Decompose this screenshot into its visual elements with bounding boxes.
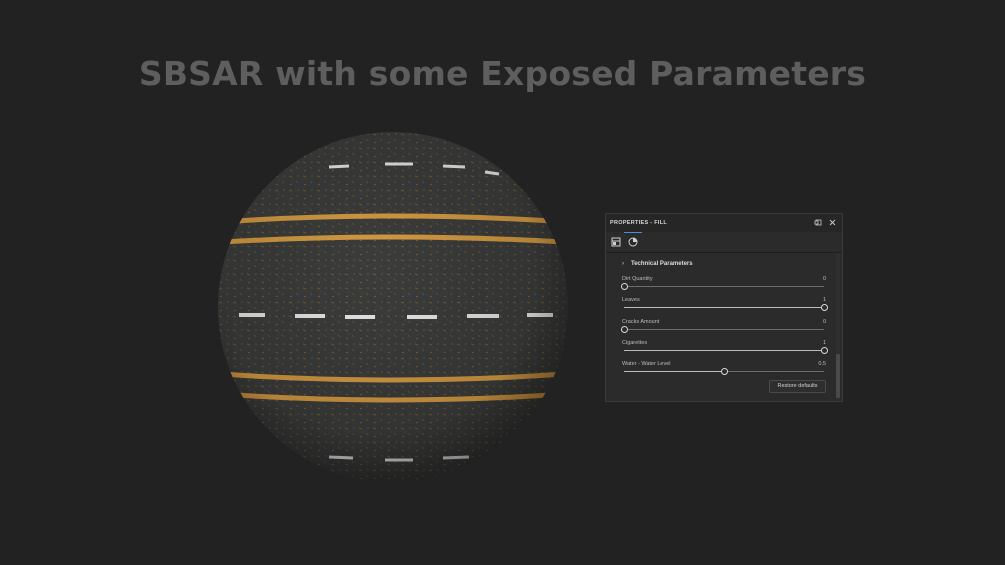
slider-handle[interactable] [721, 368, 728, 375]
slider-handle[interactable] [821, 347, 828, 354]
slider-fill [624, 307, 824, 308]
tab-material[interactable] [625, 234, 641, 250]
tab-layer-properties[interactable] [608, 234, 624, 250]
slider-track[interactable] [624, 304, 828, 311]
panel-header: PROPERTIES - FILL [606, 214, 842, 232]
material-preview-sphere [217, 131, 569, 483]
slider-fill [624, 350, 824, 351]
slider-track[interactable] [624, 347, 828, 354]
param-dirt-quantity: Dirt Quantity 0 [621, 276, 826, 296]
material-sphere-icon [628, 237, 638, 247]
headline: SBSAR with some Exposed Parameters [138, 54, 867, 93]
param-value: 0.5 [818, 361, 826, 367]
scrollbar-thumb[interactable] [836, 354, 840, 398]
properties-panel: PROPERTIES - FILL › Technical Parameters… [605, 213, 843, 402]
panel-tabs [606, 232, 842, 253]
param-value: 0 [822, 319, 826, 325]
param-cigarettes: Cigarettes 1 [622, 340, 828, 360]
param-label: Cracks Amount [622, 319, 660, 325]
section-label: Technical Parameters [631, 261, 693, 267]
close-icon[interactable] [828, 218, 837, 227]
slider-handle[interactable] [621, 326, 628, 333]
param-label: Cigarettes [622, 340, 648, 346]
sphere-svg [218, 132, 568, 482]
param-water-level: Water - Water Level 0.5 [622, 361, 826, 381]
undock-icon[interactable] [814, 218, 823, 227]
slider-handle[interactable] [621, 283, 628, 290]
panel-title: PROPERTIES - FILL [610, 220, 668, 226]
slider-track[interactable] [621, 283, 824, 290]
chevron-right-icon: › [622, 261, 624, 267]
clipped-row [620, 252, 830, 255]
stage: SBSAR with some Exposed Parameters PROPE… [0, 0, 1005, 565]
param-cracks-amount: Cracks Amount 0 [621, 319, 826, 339]
param-value: 1 [822, 297, 826, 303]
param-label: Leaves [622, 297, 640, 303]
param-label: Water - Water Level [622, 361, 671, 367]
slider-track[interactable] [624, 368, 824, 375]
param-leaves: Leaves 1 [622, 297, 828, 317]
panel-scrollbar[interactable] [836, 254, 840, 400]
param-value: 1 [822, 340, 826, 346]
param-value: 0 [822, 276, 826, 282]
layer-properties-icon [611, 237, 621, 247]
active-tab-indicator [624, 232, 642, 233]
slider-track[interactable] [621, 326, 824, 333]
param-label: Dirt Quantity [622, 276, 653, 282]
restore-defaults-button[interactable]: Restore defaults [769, 380, 826, 393]
slider-handle[interactable] [821, 304, 828, 311]
slider-fill [624, 371, 724, 372]
